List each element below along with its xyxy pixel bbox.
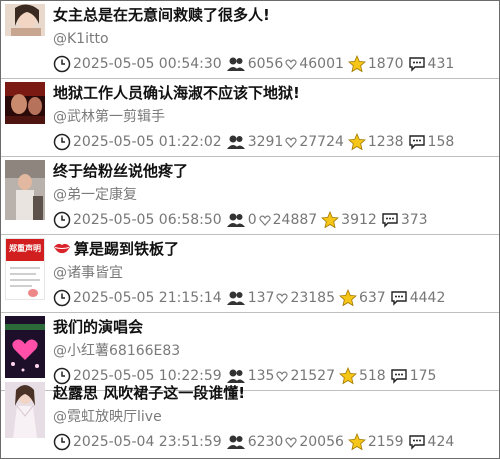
- followers-count: 6230: [247, 434, 284, 450]
- video-title[interactable]: 女主总是在无意间救赎了很多人!: [53, 5, 493, 25]
- stats-row: 2025-05-05 00:54:30 6056 46001 1870 431: [53, 54, 454, 74]
- likes-count: 20056: [299, 434, 344, 450]
- comment-icon: [381, 211, 399, 229]
- comments-count: 431: [427, 56, 455, 72]
- stars-count: 2159: [367, 434, 404, 450]
- stats-row: 2025-05-05 01:22:02 3291 27724 1238 158: [53, 132, 454, 152]
- video-title[interactable]: 终于给粉丝说他疼了: [53, 161, 493, 181]
- people-icon: [226, 433, 246, 451]
- likes-count: 27724: [299, 134, 344, 150]
- video-thumbnail[interactable]: 郑重声明: [5, 238, 45, 300]
- video-title[interactable]: 赵露思 风吹裙子这一段谁懂!: [53, 383, 493, 403]
- author-name[interactable]: @诸事皆宜: [53, 263, 123, 283]
- heart-icon: [285, 133, 297, 151]
- likes-count: 46001: [299, 56, 344, 72]
- people-icon: [226, 289, 246, 307]
- people-icon: [226, 211, 246, 229]
- heart-icon: [276, 289, 289, 307]
- lips-icon: [53, 240, 71, 254]
- people-icon: [226, 55, 246, 73]
- timestamp: 2025-05-05 01:22:02: [73, 134, 222, 150]
- star-icon: [347, 432, 366, 451]
- heart-icon: [259, 211, 271, 229]
- comment-icon: [408, 133, 426, 151]
- list-item[interactable]: 地狱工作人员确认海淑不应该下地狱! @武林第一剪辑手 2025-05-05 01…: [1, 79, 499, 157]
- comment-icon: [408, 55, 426, 73]
- followers-count: 3291: [247, 134, 284, 150]
- clock-icon: [53, 211, 71, 229]
- video-title[interactable]: 我们的演唱会: [53, 317, 493, 337]
- video-thumbnail[interactable]: [5, 316, 45, 378]
- comments-count: 158: [427, 134, 455, 150]
- likes-count: 24887: [272, 212, 318, 228]
- stars-count: 3912: [341, 212, 377, 228]
- comment-icon: [390, 289, 408, 307]
- author-name[interactable]: @弟一定康复: [53, 185, 137, 205]
- video-thumbnail[interactable]: [5, 160, 45, 220]
- author-name[interactable]: @霓虹放映厅live: [53, 407, 162, 427]
- heart-icon: [285, 433, 297, 451]
- timestamp: 2025-05-04 23:51:59: [73, 434, 222, 450]
- list-item[interactable]: 郑重声明 算是踢到铁板了 @诸事皆宜 2025-05-05 21:15:14 1…: [1, 235, 499, 313]
- heart-icon: [285, 55, 297, 73]
- stars-count: 1238: [367, 134, 404, 150]
- author-name[interactable]: @K1itto: [53, 29, 109, 49]
- timestamp: 2025-05-05 21:15:14: [73, 290, 222, 306]
- star-icon: [347, 54, 366, 73]
- stats-row: 2025-05-04 23:51:59 6230 20056 2159 424: [53, 432, 454, 452]
- video-title[interactable]: 算是踢到铁板了: [53, 239, 493, 259]
- video-title[interactable]: 地狱工作人员确认海淑不应该下地狱!: [53, 83, 493, 103]
- video-list: 女主总是在无意间救赎了很多人! @K1itto 2025-05-05 00:54…: [0, 0, 500, 459]
- list-item[interactable]: 女主总是在无意间救赎了很多人! @K1itto 2025-05-05 00:54…: [1, 1, 499, 79]
- timestamp: 2025-05-05 06:58:50: [73, 212, 222, 228]
- followers-count: 0: [247, 212, 257, 228]
- followers-count: 137: [247, 290, 275, 306]
- video-thumbnail[interactable]: [5, 382, 45, 438]
- stats-row: 2025-05-05 06:58:50 0 24887 3912 373: [53, 210, 428, 230]
- author-name[interactable]: @武林第一剪辑手: [53, 107, 165, 127]
- star-icon: [347, 132, 366, 151]
- timestamp: 2025-05-05 00:54:30: [73, 56, 222, 72]
- comments-count: 373: [400, 212, 428, 228]
- clock-icon: [53, 55, 71, 73]
- followers-count: 6056: [247, 56, 284, 72]
- video-thumbnail[interactable]: [5, 4, 45, 36]
- star-icon: [339, 288, 357, 307]
- stars-count: 1870: [367, 56, 404, 72]
- clock-icon: [53, 133, 71, 151]
- likes-count: 23185: [290, 290, 335, 306]
- list-item[interactable]: 终于给粉丝说他疼了 @弟一定康复 2025-05-05 06:58:50 0 2…: [1, 157, 499, 235]
- comments-count: 4442: [409, 290, 446, 306]
- stars-count: 637: [358, 290, 386, 306]
- people-icon: [226, 133, 246, 151]
- thumbnail-text: 郑重声明: [9, 244, 41, 253]
- clock-icon: [53, 433, 71, 451]
- list-item[interactable]: 赵露思 风吹裙子这一段谁懂! @霓虹放映厅live 2025-05-04 23:…: [1, 379, 499, 458]
- comment-icon: [408, 433, 426, 451]
- clock-icon: [53, 289, 71, 307]
- star-icon: [321, 210, 340, 229]
- video-thumbnail[interactable]: [5, 82, 45, 124]
- comments-count: 424: [427, 434, 455, 450]
- author-name[interactable]: @小红薯68166E83: [53, 341, 180, 361]
- stats-row: 2025-05-05 21:15:14 137 23185 637 4442: [53, 288, 445, 308]
